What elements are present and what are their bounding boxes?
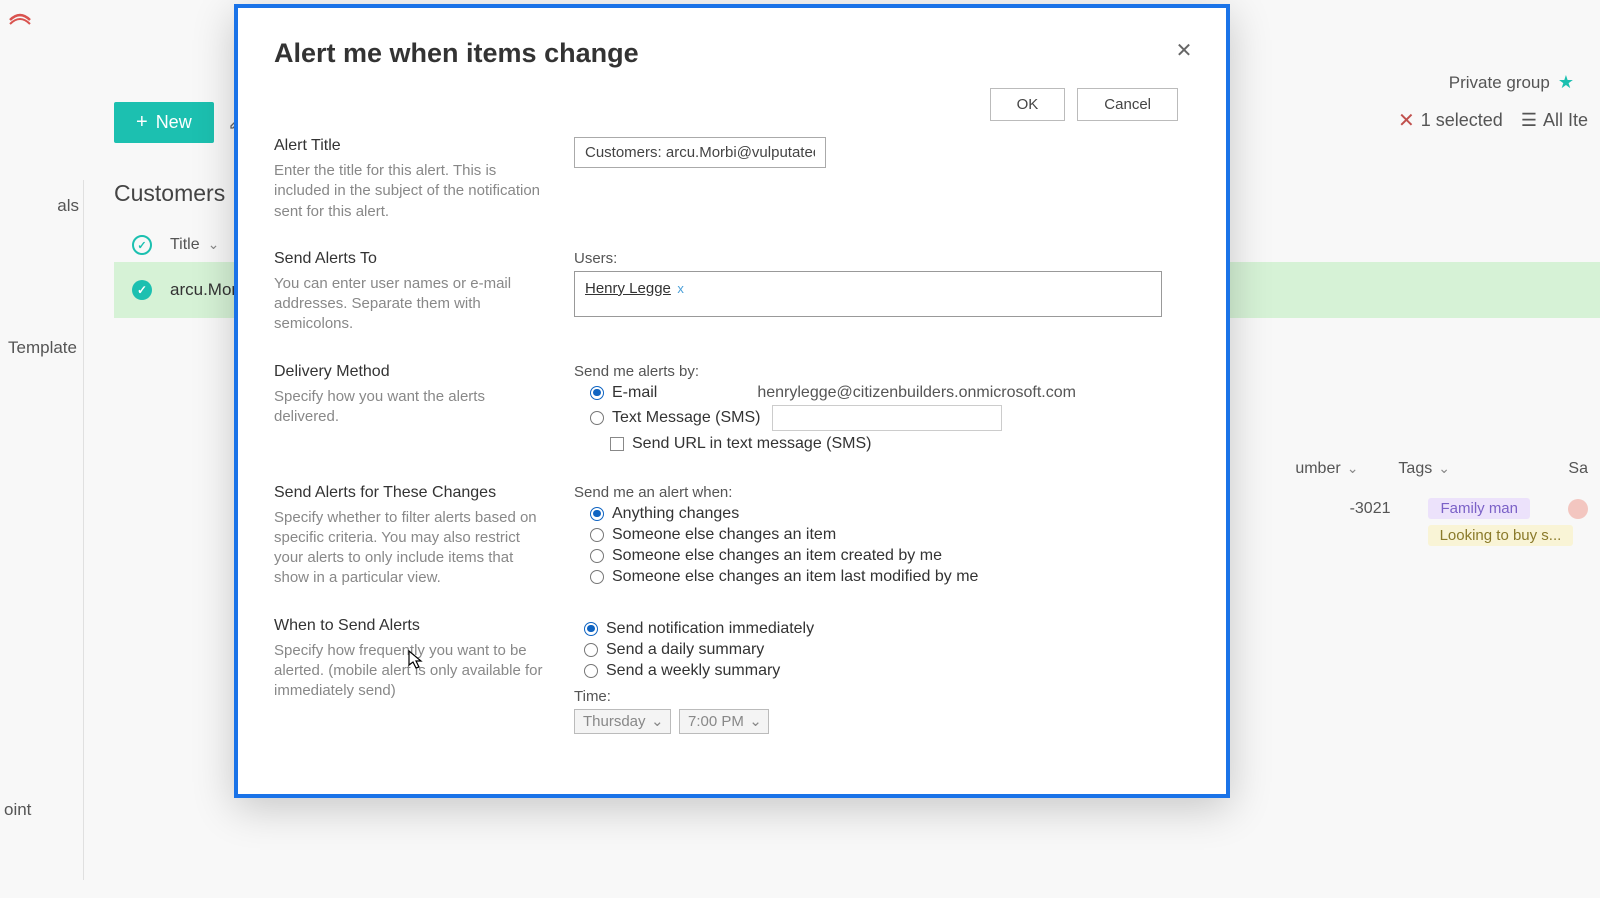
cancel-button[interactable]: Cancel <box>1077 88 1178 121</box>
alert-title-input[interactable] <box>574 137 826 168</box>
section-alert-title: Alert Title Enter the title for this ale… <box>274 137 1180 222</box>
new-button-label: New <box>156 112 192 133</box>
time-label: Time: <box>574 688 1180 705</box>
send-url-checkbox[interactable] <box>610 437 624 451</box>
view-label: All Ite <box>1543 110 1588 131</box>
chevron-down-icon[interactable] <box>206 236 220 254</box>
section-heading: Send Alerts To <box>274 250 550 268</box>
chevron-down-icon <box>1436 460 1450 478</box>
plus-icon: + <box>136 111 148 134</box>
private-group-label: Private group <box>1449 73 1550 93</box>
section-heading: When to Send Alerts <box>274 617 550 635</box>
freq-immediate-label: Send notification immediately <box>606 620 814 638</box>
close-icon: ✕ <box>1398 108 1415 133</box>
delivery-email-radio[interactable] <box>590 386 604 400</box>
star-filled-icon[interactable] <box>1558 72 1574 93</box>
col-number[interactable]: umber <box>1295 460 1358 478</box>
users-label: Users: <box>574 250 1180 267</box>
section-when: When to Send Alerts Specify how frequent… <box>274 617 1180 734</box>
col-tags[interactable]: Tags <box>1398 460 1528 478</box>
freq-weekly-radio[interactable] <box>584 664 598 678</box>
sidebar-item[interactable]: als <box>4 190 83 222</box>
change-modified-radio[interactable] <box>590 570 604 584</box>
section-description: Enter the title for this alert. This is … <box>274 161 550 222</box>
send-by-label: Send me alerts by: <box>574 363 1180 380</box>
select-all-checkbox-icon[interactable] <box>132 235 152 255</box>
day-select[interactable]: Thursday <box>574 709 671 734</box>
delivery-sms-label: Text Message (SMS) <box>612 409 760 427</box>
dialog-title: Alert me when items change <box>274 38 639 69</box>
clear-selection[interactable]: ✕ 1 selected <box>1398 108 1503 133</box>
change-else-radio[interactable] <box>590 528 604 542</box>
send-url-label: Send URL in text message (SMS) <box>632 435 872 453</box>
change-anything-label: Anything changes <box>612 505 739 523</box>
sidebar-item[interactable]: Template <box>4 332 83 364</box>
alert-when-label: Send me an alert when: <box>574 484 1180 501</box>
section-delivery: Delivery Method Specify how you want the… <box>274 363 1180 456</box>
delivery-email-value: henrylegge@citizenbuilders.onmicrosoft.c… <box>757 384 1076 402</box>
section-send-to: Send Alerts To You can enter user names … <box>274 250 1180 335</box>
avatar-icon <box>1568 499 1588 519</box>
section-heading: Alert Title <box>274 137 550 155</box>
col-last[interactable]: Sa <box>1568 460 1588 478</box>
change-anything-radio[interactable] <box>590 507 604 521</box>
change-modified-label: Someone else changes an item last modifi… <box>612 568 978 586</box>
section-heading: Send Alerts for These Changes <box>274 484 550 502</box>
alert-dialog: Alert me when items change ✕ OK Cancel A… <box>234 4 1230 798</box>
section-description: Specify how frequently you want to be al… <box>274 641 550 702</box>
dialog-body[interactable]: OK Cancel Alert Title Enter the title fo… <box>248 84 1190 764</box>
close-icon: ✕ <box>1176 38 1193 63</box>
left-nav: als Template <box>0 180 84 880</box>
top-right-controls: ✕ 1 selected ☰ All Ite <box>1398 108 1588 133</box>
users-people-picker[interactable]: Henry Legge x <box>574 271 1162 317</box>
sms-number-input[interactable] <box>772 405 1002 431</box>
section-description: Specify how you want the alerts delivere… <box>274 387 550 428</box>
group-privacy: Private group <box>1449 72 1574 93</box>
ok-button[interactable]: OK <box>990 88 1066 121</box>
section-heading: Delivery Method <box>274 363 550 381</box>
delivery-sms-radio[interactable] <box>590 411 604 425</box>
remove-user-icon[interactable]: x <box>677 281 684 296</box>
new-button[interactable]: + New <box>114 102 214 143</box>
row-selected-icon[interactable]: ✓ <box>132 280 152 300</box>
delivery-email-label: E-mail <box>612 384 657 402</box>
close-button[interactable]: ✕ <box>1172 38 1196 62</box>
selected-count: 1 selected <box>1421 110 1503 131</box>
user-chip[interactable]: Henry Legge <box>585 280 671 297</box>
col-title[interactable]: Title <box>170 236 200 254</box>
app-logo-icon <box>8 8 32 28</box>
chevron-down-icon <box>1345 460 1359 478</box>
list-title: Customers <box>114 180 225 207</box>
view-switcher[interactable]: ☰ All Ite <box>1521 110 1588 131</box>
freq-daily-radio[interactable] <box>584 643 598 657</box>
freq-daily-label: Send a daily summary <box>606 641 764 659</box>
list-title-row: Customers <box>114 180 251 207</box>
section-description: Specify whether to filter alerts based o… <box>274 508 550 589</box>
freq-immediate-radio[interactable] <box>584 622 598 636</box>
section-description: You can enter user names or e-mail addre… <box>274 274 550 335</box>
tag-pill: Looking to buy s... <box>1428 525 1574 546</box>
sidebar-footer[interactable]: oint <box>4 800 31 820</box>
tag-pill: Family man <box>1428 498 1530 519</box>
row-number: -3021 <box>1350 500 1391 518</box>
list-icon: ☰ <box>1521 110 1537 131</box>
section-changes: Send Alerts for These Changes Specify wh… <box>274 484 1180 589</box>
change-created-radio[interactable] <box>590 549 604 563</box>
hour-select[interactable]: 7:00 PM <box>679 709 769 734</box>
change-else-label: Someone else changes an item <box>612 526 836 544</box>
change-created-label: Someone else changes an item created by … <box>612 547 942 565</box>
freq-weekly-label: Send a weekly summary <box>606 662 780 680</box>
